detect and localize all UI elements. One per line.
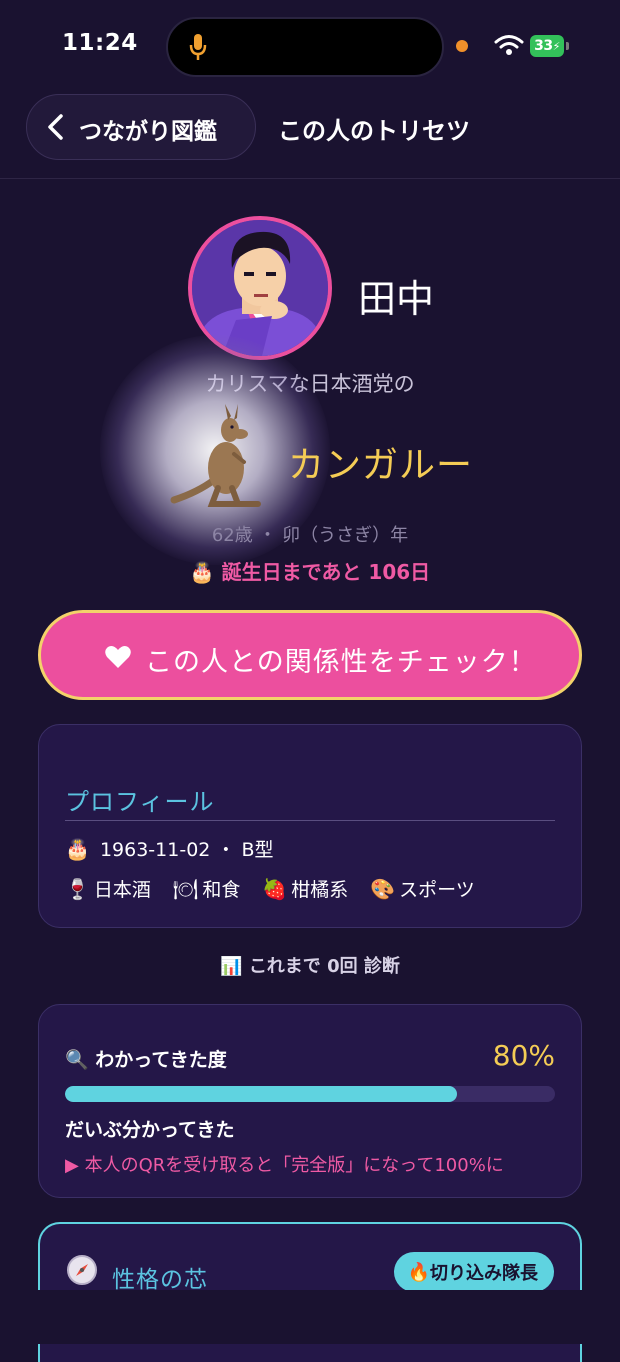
fire-icon: 🔥 <box>407 1261 430 1283</box>
personality-core-title: 性格の芯 <box>112 1267 208 1293</box>
personality-badge: 🔥 切り込み隊長 <box>393 1252 554 1292</box>
preference-label: スポーツ <box>399 879 475 901</box>
diagnosis-count: 📊 これまで 0回 診断 <box>0 952 620 978</box>
microphone-icon <box>189 34 207 60</box>
profile-card: プロフィール 🎂 1963-11-02 ・ B型 🍷 日本酒 🍽 和食 🍓 柑橘系 🎨… <box>38 724 582 928</box>
birthday-countdown: 🎂 誕生日まであと 106日 <box>0 556 620 585</box>
back-button-label: つながり図鑑 <box>79 119 217 145</box>
cake-icon: 🎂 <box>65 837 90 861</box>
preference-item: 🍷 日本酒 <box>65 875 151 902</box>
dynamic-island <box>166 17 444 77</box>
check-relationship-label: この人との関係性をチェック！ <box>145 647 537 678</box>
profile-divider <box>65 820 555 821</box>
age-zodiac: 62歳 ・ 卯（うさぎ）年 <box>211 525 409 546</box>
understanding-status: だいぶ分かってきた <box>65 1119 235 1141</box>
preferences-row: 🍷 日本酒 🍽 和食 🍓 柑橘系 🎨 スポーツ <box>65 875 497 902</box>
wine-glass-icon: 🍷 <box>65 877 90 901</box>
bottom-mask <box>0 1290 620 1344</box>
animal-type: カンガルー <box>288 445 474 486</box>
palette-icon: 🎨 <box>370 877 396 901</box>
plate-icon: 🍽 <box>172 877 199 901</box>
compass-icon <box>67 1255 97 1285</box>
nav-divider <box>0 178 620 179</box>
understanding-percent: 80% <box>492 1039 555 1072</box>
battery-level: 33 <box>534 38 553 54</box>
understanding-title: わかってきた度 <box>95 1049 227 1071</box>
wifi-icon <box>494 35 524 55</box>
understanding-progress-fill <box>65 1086 457 1102</box>
page-title: この人のトリセツ <box>278 117 470 145</box>
bar-chart-icon: 📊 <box>220 956 243 977</box>
understanding-card: 🔍 わかってきた度 80% だいぶ分かってきた ▶ 本人のQRを受け取ると「完全… <box>38 1004 582 1198</box>
magnifier-icon: 🔍 <box>65 1049 89 1071</box>
camera-indicator-icon <box>456 40 468 52</box>
chevron-left-icon <box>48 114 63 140</box>
back-button[interactable]: つながり図鑑 <box>26 94 256 160</box>
birth-blood-row: 🎂 1963-11-02 ・ B型 <box>65 835 274 862</box>
profile-heading: プロフィール <box>65 788 215 816</box>
preference-item: 🍓 柑橘系 <box>262 875 348 902</box>
personality-badge-label: 切り込み隊長 <box>430 1263 538 1284</box>
preference-label: 柑橘系 <box>291 879 349 901</box>
birthday-countdown-text: 誕生日まであと 106日 <box>221 560 431 584</box>
check-relationship-button[interactable]: この人との関係性をチェック！ <box>38 610 582 700</box>
kangaroo-icon <box>170 404 261 507</box>
preference-label: 日本酒 <box>93 879 151 901</box>
diagnosis-count-text: これまで 0回 診断 <box>248 956 400 977</box>
understanding-title-row: 🔍 わかってきた度 <box>65 1045 227 1072</box>
heart-icon <box>105 646 131 668</box>
understanding-progress-bar <box>65 1086 555 1102</box>
status-bar: 11:24 33 ⚡ <box>0 0 620 92</box>
person-name: 田中 <box>358 277 435 321</box>
cake-icon: 🎂 <box>189 560 215 584</box>
preference-item: 🍽 和食 <box>173 875 240 902</box>
understanding-hint-link[interactable]: ▶ 本人のQRを受け取ると「完全版」になって100%に <box>65 1151 504 1177</box>
preference-label: 和食 <box>202 879 241 901</box>
battery-tip <box>566 42 569 50</box>
preference-item: 🎨 スポーツ <box>370 875 475 902</box>
status-time: 11:24 <box>62 30 138 56</box>
battery-icon: 33 ⚡ <box>530 35 564 57</box>
birth-blood-text: 1963-11-02 ・ B型 <box>99 839 274 861</box>
strawberry-icon: 🍓 <box>262 877 288 901</box>
